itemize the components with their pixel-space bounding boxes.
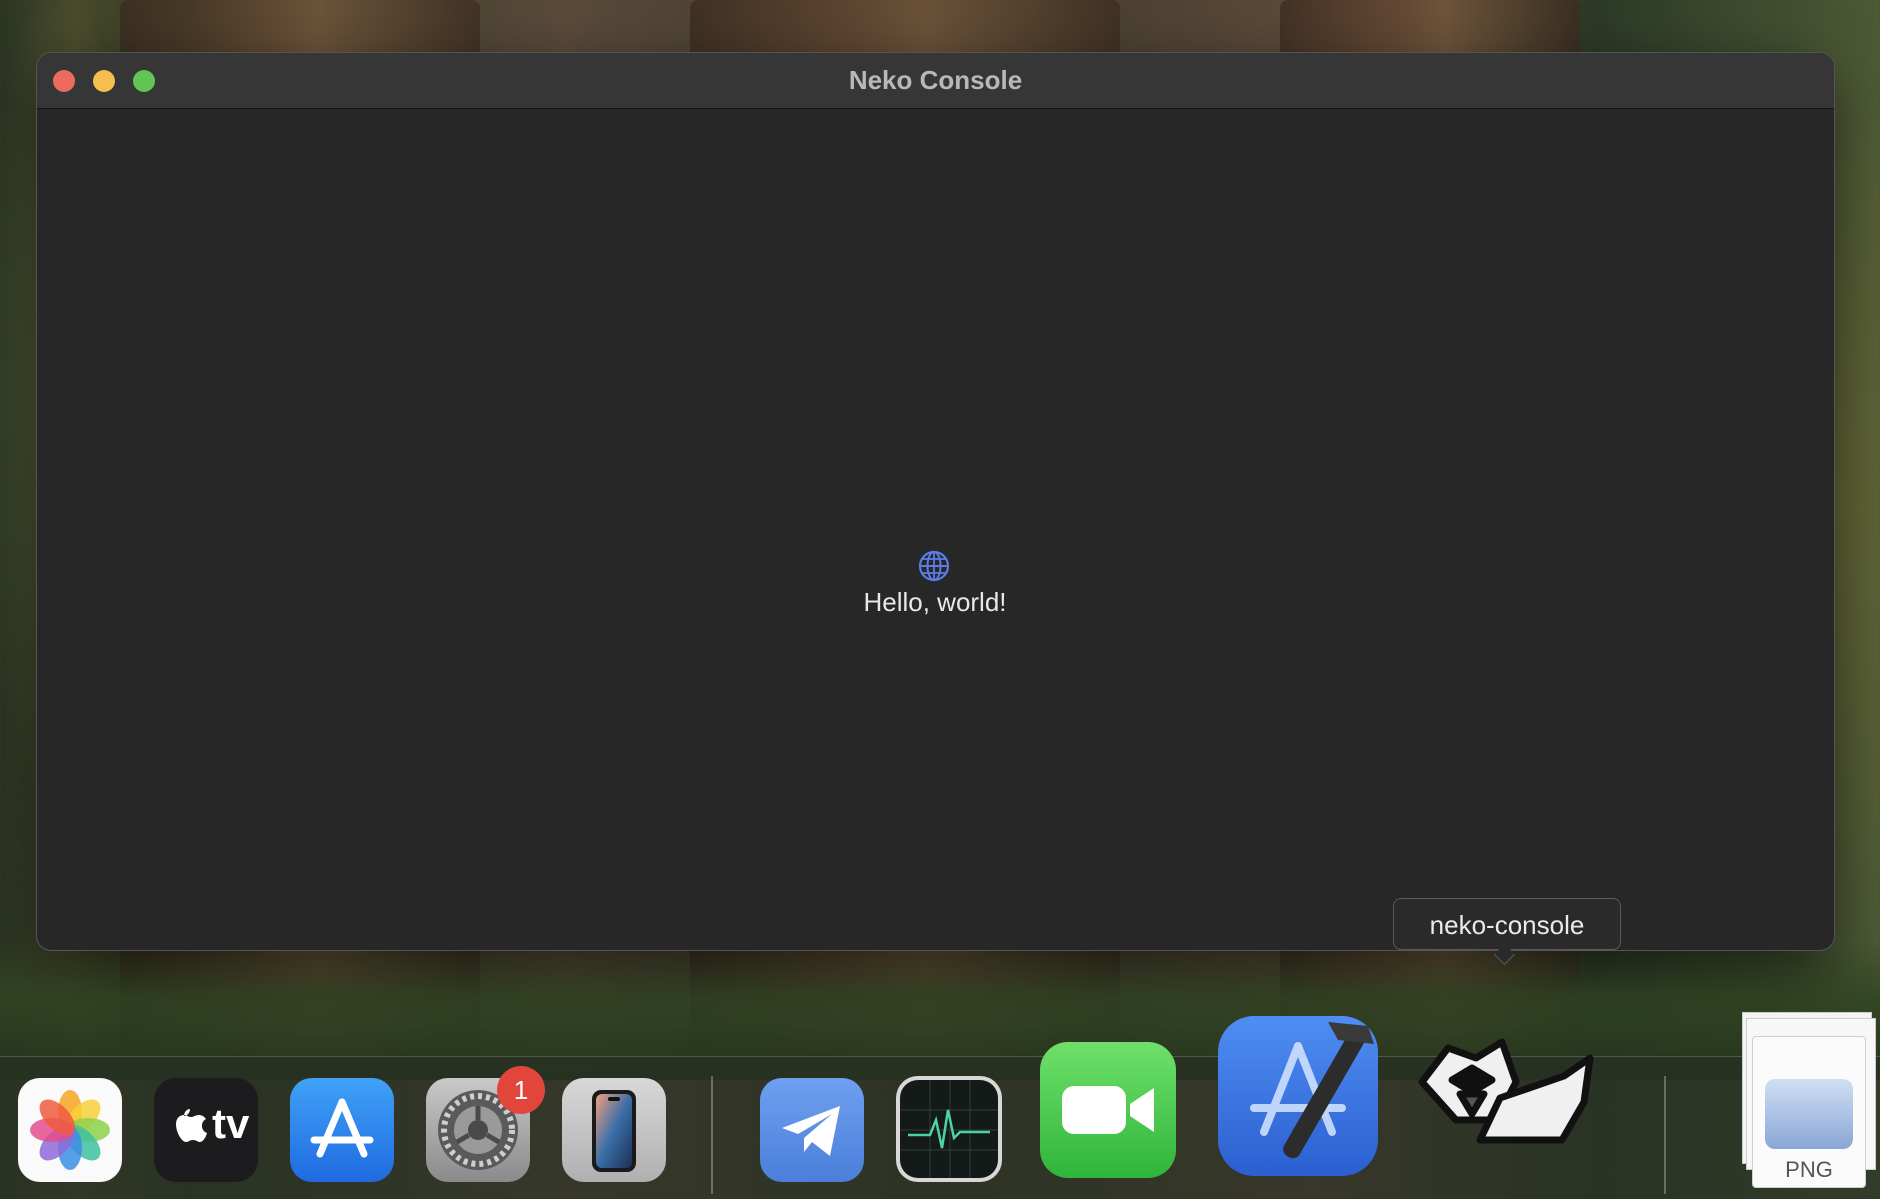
dock-app-neko-console[interactable]: [1412, 1028, 1602, 1178]
png-file-icon: PNG: [1752, 1036, 1866, 1188]
dock-app-telegram[interactable]: [760, 1078, 864, 1182]
dock-app-xcode[interactable]: [1218, 1016, 1378, 1176]
dock-separator: [711, 1076, 713, 1194]
dock-app-facetime[interactable]: [1040, 1042, 1176, 1178]
dock-file-stack[interactable]: PNG: [1738, 1012, 1876, 1192]
hello-text: Hello, world!: [863, 587, 1007, 617]
iphone-icon: [592, 1090, 636, 1172]
xcode-icon: [1250, 1022, 1374, 1159]
window-title: Neko Console: [848, 65, 1023, 95]
png-label: PNG: [1785, 1157, 1833, 1182]
dock-tooltip: neko-console: [1393, 898, 1621, 950]
dock-app-iphone-mirroring[interactable]: [562, 1078, 666, 1182]
app-store-icon: [310, 1098, 374, 1158]
facetime-icon: [1062, 1086, 1154, 1134]
dock-app-activity-monitor[interactable]: [896, 1076, 1002, 1182]
apple-tv-label: tv: [212, 1100, 250, 1147]
png-preview-thumbnail: [1765, 1079, 1853, 1149]
dock-app-app-store[interactable]: [290, 1078, 394, 1182]
window-content: Hello, world!: [37, 109, 1834, 950]
telegram-icon: [782, 1106, 840, 1156]
app-window: Neko Console Hello, world!: [37, 53, 1834, 950]
dock-app-apple-tv[interactable]: tv: [154, 1078, 258, 1182]
globe-icon: [918, 550, 950, 582]
dock-separator: [1664, 1076, 1666, 1194]
dock-app-photos[interactable]: [18, 1078, 122, 1182]
activity-monitor-icon: [900, 1080, 998, 1178]
title-bar[interactable]: Neko Console: [37, 53, 1834, 109]
notification-badge: 1: [497, 1066, 545, 1114]
neko-cat-icon: [1418, 1038, 1594, 1144]
photos-icon: [30, 1090, 110, 1170]
